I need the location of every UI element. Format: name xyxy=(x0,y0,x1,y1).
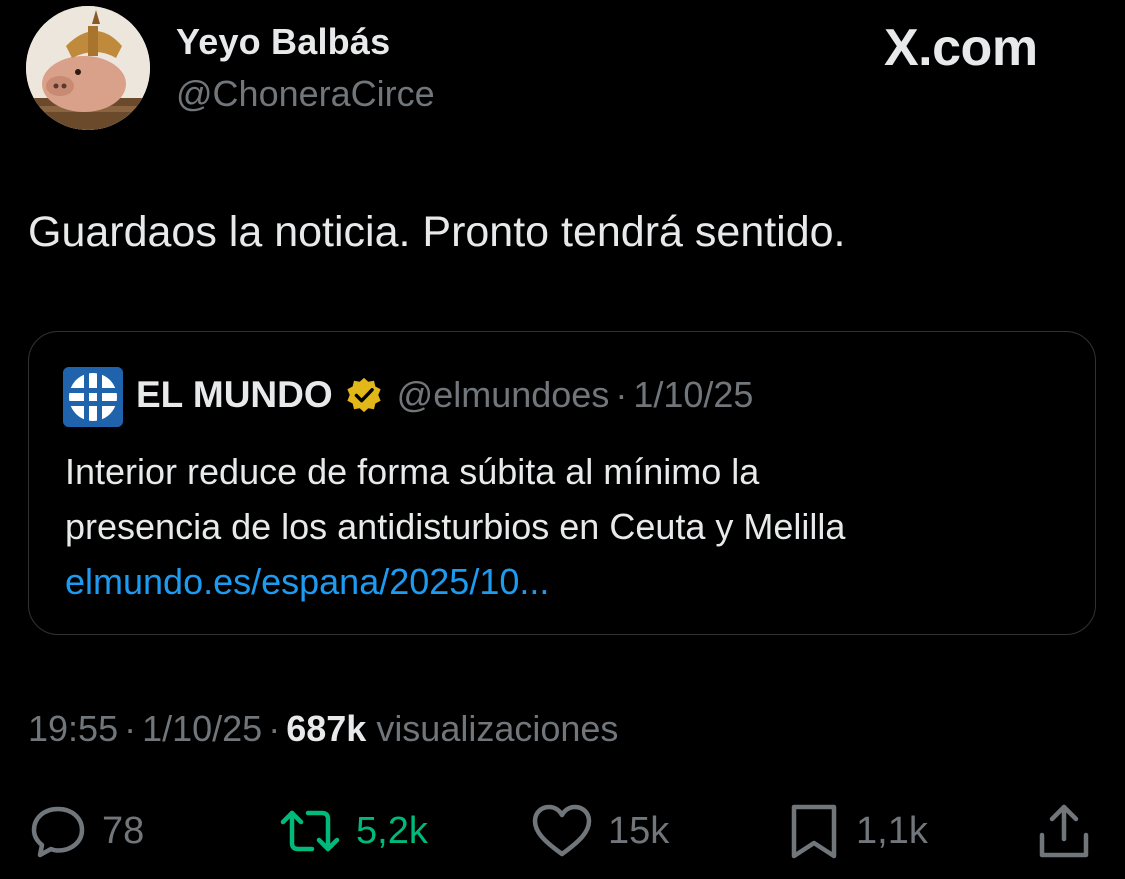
separator-dot: · xyxy=(615,374,628,415)
author-handle[interactable]: @ChoneraCirce xyxy=(176,73,435,115)
tweet-date[interactable]: 1/10/25 xyxy=(142,708,262,750)
quoted-tweet-link[interactable]: elmundo.es/espana/2025/10... xyxy=(65,554,845,609)
bookmark-count: 1,1k xyxy=(856,809,928,852)
retweet-button[interactable]: 5,2k xyxy=(278,796,428,866)
views-label: visualizaciones xyxy=(376,708,619,749)
quoted-tweet-header: EL MUNDO @elmundoes · 1/10/25 xyxy=(136,373,753,417)
bookmark-button[interactable]: 1,1k xyxy=(786,796,928,866)
tweet-text: Guardaos la noticia. Pronto tendrá senti… xyxy=(28,208,846,256)
quoted-author-name[interactable]: EL MUNDO xyxy=(136,374,333,416)
verified-badge-icon xyxy=(347,377,381,413)
elmundo-logo-icon xyxy=(63,367,123,427)
quoted-tweet-text: Interior reduce de forma súbita al mínim… xyxy=(65,444,845,609)
retweet-count: 5,2k xyxy=(356,809,428,852)
reply-icon xyxy=(31,806,85,858)
quoted-text-line: Interior reduce de forma súbita al mínim… xyxy=(65,451,760,492)
share-icon xyxy=(1039,804,1089,858)
author-name[interactable]: Yeyo Balbás xyxy=(176,21,390,63)
quoted-text-line: presencia de los antidisturbios en Ceuta… xyxy=(65,506,846,547)
retweet-icon xyxy=(280,810,340,852)
share-button[interactable] xyxy=(1036,796,1092,866)
quoted-tweet-card[interactable]: EL MUNDO @elmundoes · 1/10/25 Interior r… xyxy=(28,331,1096,635)
like-count: 15k xyxy=(608,809,670,852)
quoted-author-handle[interactable]: @elmundoes xyxy=(397,374,610,416)
reply-button[interactable]: 78 xyxy=(28,796,144,866)
tweet-time[interactable]: 19:55 xyxy=(28,708,118,750)
tweet-meta: 19:55 · 1/10/25 · 687k visualizaciones xyxy=(28,708,618,750)
like-button[interactable]: 15k xyxy=(530,796,669,866)
author-avatar[interactable] xyxy=(26,6,150,130)
action-bar: 78 5,2k 15k 1,1k xyxy=(0,796,1125,866)
separator-dot: · xyxy=(124,708,137,749)
quoted-tweet-date[interactable]: 1/10/25 xyxy=(633,374,753,416)
separator-dot: · xyxy=(268,708,281,749)
x-brand-logo: X.com xyxy=(884,19,1038,77)
bookmark-icon xyxy=(791,804,837,859)
reply-count: 78 xyxy=(102,809,145,852)
heart-icon xyxy=(532,804,592,857)
views-count[interactable]: 687k xyxy=(286,708,366,750)
